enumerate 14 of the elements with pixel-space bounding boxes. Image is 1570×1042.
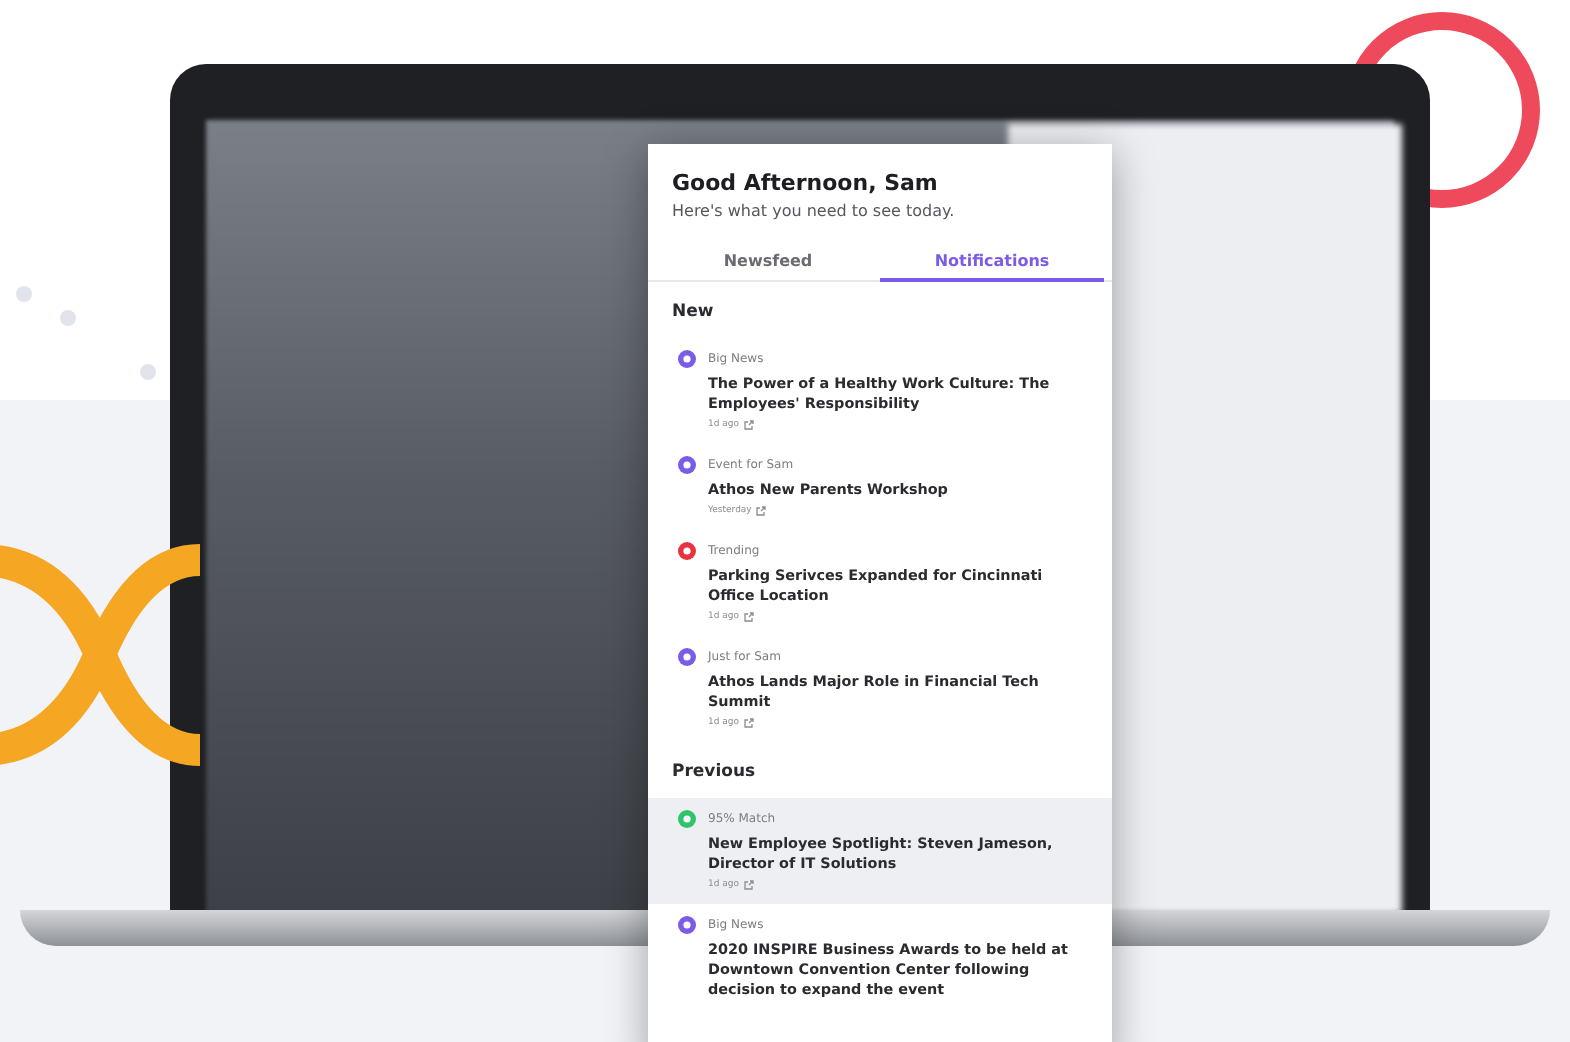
dot-decoration: [16, 286, 32, 302]
dot-decoration: [60, 310, 76, 326]
external-link-icon[interactable]: [743, 612, 754, 622]
greeting-title: Good Afternoon, Sam: [672, 170, 940, 196]
section-heading: New: [670, 300, 716, 326]
tab[interactable]: Notifications: [880, 252, 1104, 282]
external-link-icon[interactable]: [743, 420, 754, 430]
external-link-icon[interactable]: [755, 506, 766, 516]
section-heading: Previous: [670, 760, 758, 786]
external-link-icon[interactable]: [743, 718, 754, 728]
greeting-subtitle: Here's what you need to see today.: [672, 202, 957, 220]
dot-decoration: [140, 364, 156, 380]
tab[interactable]: Newsfeed: [656, 252, 880, 282]
external-link-icon[interactable]: [743, 880, 754, 890]
